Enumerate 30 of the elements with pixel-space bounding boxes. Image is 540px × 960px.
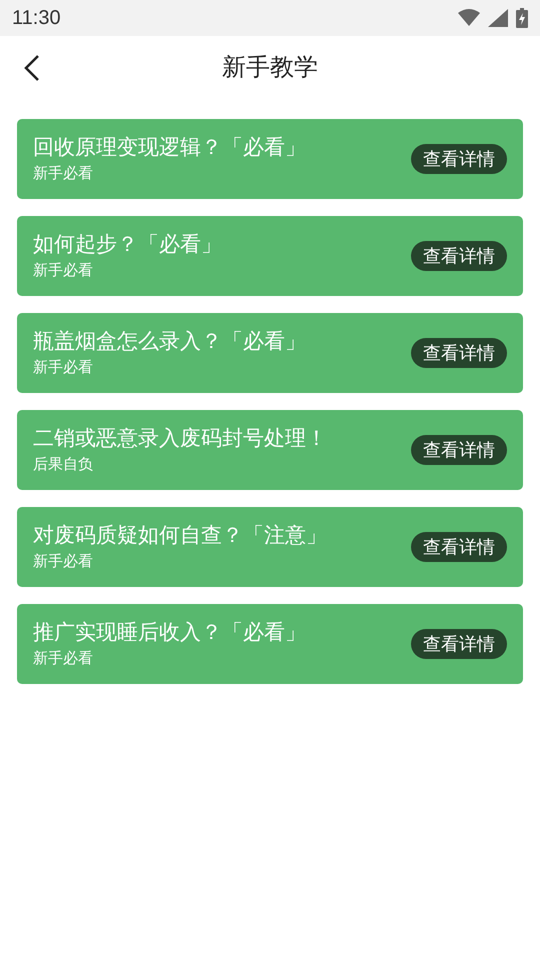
tutorial-card[interactable]: 瓶盖烟盒怎么录入？「必看」 新手必看 查看详情: [17, 313, 523, 393]
tutorial-card[interactable]: 二销或恶意录入废码封号处理！ 后果自负 查看详情: [17, 410, 523, 490]
card-title: 回收原理变现逻辑？「必看」: [33, 135, 306, 161]
card-subtitle: 新手必看: [33, 650, 94, 668]
card-subtitle: 新手必看: [33, 359, 94, 377]
card-title: 二销或恶意录入废码封号处理！: [33, 426, 327, 452]
card-title: 如何起步？「必看」: [33, 232, 222, 258]
card-title: 推广实现睡后收入？「必看」: [33, 620, 306, 646]
details-button[interactable]: 查看详情: [411, 144, 507, 174]
back-icon: [24, 54, 40, 82]
details-button[interactable]: 查看详情: [411, 338, 507, 368]
card-subtitle: 新手必看: [33, 553, 94, 571]
tutorial-card[interactable]: 如何起步？「必看」 新手必看 查看详情: [17, 216, 523, 296]
battery-icon: [516, 8, 528, 28]
details-button[interactable]: 查看详情: [411, 629, 507, 659]
card-subtitle: 新手必看: [33, 262, 94, 280]
wifi-icon: [458, 9, 480, 27]
card-title: 瓶盖烟盒怎么录入？「必看」: [33, 329, 306, 355]
card-subtitle: 后果自负: [33, 456, 94, 474]
signal-icon: [488, 9, 508, 27]
details-button[interactable]: 查看详情: [411, 241, 507, 271]
details-button[interactable]: 查看详情: [411, 532, 507, 562]
card-subtitle: 新手必看: [33, 165, 94, 183]
tutorial-card[interactable]: 对废码质疑如何自查？「注意」 新手必看 查看详情: [17, 507, 523, 587]
card-title: 对废码质疑如何自查？「注意」: [33, 523, 327, 549]
page-title: 新手教学: [222, 53, 318, 83]
status-time: 11:30: [12, 6, 61, 31]
tutorial-card[interactable]: 回收原理变现逻辑？「必看」 新手必看 查看详情: [17, 119, 523, 199]
details-button[interactable]: 查看详情: [411, 435, 507, 465]
tutorial-card[interactable]: 推广实现睡后收入？「必看」 新手必看 查看详情: [17, 604, 523, 684]
